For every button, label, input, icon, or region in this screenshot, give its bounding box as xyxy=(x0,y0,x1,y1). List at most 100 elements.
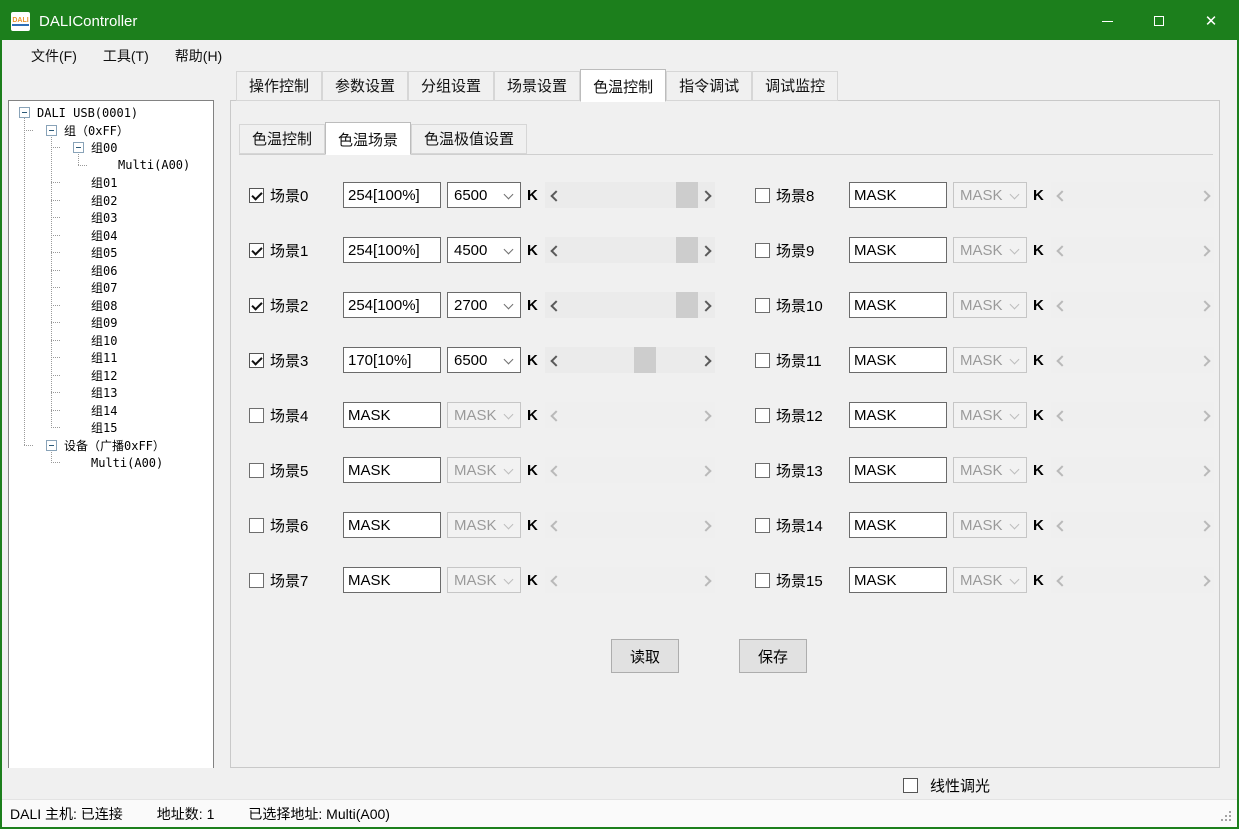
tree-item[interactable]: 组13 xyxy=(9,384,213,402)
scene-checkbox[interactable] xyxy=(755,243,770,258)
tree-item[interactable]: 组11 xyxy=(9,349,213,367)
scroll-thumb-icon[interactable] xyxy=(676,237,698,263)
scene-slider[interactable] xyxy=(1051,457,1214,483)
scene-checkbox[interactable] xyxy=(755,298,770,313)
scene-level-input[interactable] xyxy=(849,402,947,428)
tree-item[interactable]: 组05 xyxy=(9,244,213,262)
scroll-right-arrow-icon[interactable] xyxy=(698,237,715,263)
scene-level-input[interactable] xyxy=(849,292,947,318)
scene-level-input[interactable] xyxy=(343,292,441,318)
scene-slider[interactable] xyxy=(545,292,715,318)
scene-temp-select[interactable]: MASK xyxy=(953,347,1027,373)
scene-checkbox[interactable] xyxy=(755,518,770,533)
tab-操作控制[interactable]: 操作控制 xyxy=(236,71,322,101)
scene-level-input[interactable] xyxy=(343,457,441,483)
scene-slider[interactable] xyxy=(545,347,715,373)
scene-temp-select[interactable]: MASK xyxy=(447,402,521,428)
maximize-button[interactable] xyxy=(1133,2,1185,40)
tree-item[interactable]: 组04 xyxy=(9,227,213,245)
scene-level-input[interactable] xyxy=(343,402,441,428)
scroll-thumb-icon[interactable] xyxy=(634,347,656,373)
scene-temp-select[interactable]: MASK xyxy=(447,457,521,483)
scroll-thumb-icon[interactable] xyxy=(676,292,698,318)
scene-temp-select[interactable]: 6500 xyxy=(447,347,521,373)
scroll-right-arrow-icon[interactable] xyxy=(698,347,715,373)
tree-item[interactable]: 组09 xyxy=(9,314,213,332)
tree-expand-box[interactable] xyxy=(73,142,84,153)
scene-slider[interactable] xyxy=(1051,237,1214,263)
scroll-track[interactable] xyxy=(562,292,698,318)
scene-level-input[interactable] xyxy=(849,182,947,208)
scene-checkbox[interactable] xyxy=(249,573,264,588)
scene-temp-select[interactable]: MASK xyxy=(447,512,521,538)
scene-checkbox[interactable] xyxy=(249,518,264,533)
tree-item[interactable]: 组02 xyxy=(9,192,213,210)
scene-checkbox[interactable] xyxy=(249,188,264,203)
save-button[interactable]: 保存 xyxy=(739,639,807,673)
device-tree[interactable]: DALI USB(0001)组（0xFF）组00Multi(A00)组01组02… xyxy=(8,100,214,780)
scene-temp-select[interactable]: MASK xyxy=(953,237,1027,263)
scene-level-input[interactable] xyxy=(849,512,947,538)
tree-item[interactable]: Multi(A00) xyxy=(9,454,213,472)
scene-checkbox[interactable] xyxy=(755,573,770,588)
scene-level-input[interactable] xyxy=(343,512,441,538)
scene-slider[interactable] xyxy=(545,457,715,483)
read-button[interactable]: 读取 xyxy=(611,639,679,673)
tree-item[interactable]: 组12 xyxy=(9,367,213,385)
tree-item[interactable]: DALI USB(0001) xyxy=(9,104,213,122)
tab-调试监控[interactable]: 调试监控 xyxy=(752,71,838,101)
close-button[interactable]: ✕ xyxy=(1185,2,1237,40)
scene-temp-select[interactable]: MASK xyxy=(953,567,1027,593)
scroll-left-arrow-icon[interactable] xyxy=(545,347,562,373)
tab-场景设置[interactable]: 场景设置 xyxy=(494,71,580,101)
tree-item[interactable]: 组03 xyxy=(9,209,213,227)
tree-item[interactable]: Multi(A00) xyxy=(9,157,213,175)
scene-level-input[interactable] xyxy=(849,237,947,263)
scene-temp-select[interactable]: MASK xyxy=(953,292,1027,318)
menu-item-0[interactable]: 文件(F) xyxy=(18,40,90,72)
scene-level-input[interactable] xyxy=(343,182,441,208)
scene-level-input[interactable] xyxy=(343,347,441,373)
scene-checkbox[interactable] xyxy=(249,408,264,423)
tab-参数设置[interactable]: 参数设置 xyxy=(322,71,408,101)
menu-item-2[interactable]: 帮助(H) xyxy=(162,40,235,72)
scene-checkbox[interactable] xyxy=(755,353,770,368)
scene-level-input[interactable] xyxy=(343,567,441,593)
scroll-track[interactable] xyxy=(562,237,698,263)
scene-temp-select[interactable]: MASK xyxy=(953,182,1027,208)
resize-grip-icon[interactable] xyxy=(1229,819,1231,821)
scroll-track[interactable] xyxy=(562,347,698,373)
tree-item[interactable]: 组00 xyxy=(9,139,213,157)
scene-level-input[interactable] xyxy=(849,567,947,593)
tab-指令调试[interactable]: 指令调试 xyxy=(666,71,752,101)
scroll-left-arrow-icon[interactable] xyxy=(545,237,562,263)
scene-temp-select[interactable]: MASK xyxy=(447,567,521,593)
scene-level-input[interactable] xyxy=(849,347,947,373)
scroll-thumb-icon[interactable] xyxy=(676,182,698,208)
scene-slider[interactable] xyxy=(1051,402,1214,428)
scene-slider[interactable] xyxy=(545,402,715,428)
scene-slider[interactable] xyxy=(545,237,715,263)
scene-slider[interactable] xyxy=(1051,512,1214,538)
minimize-button[interactable] xyxy=(1081,2,1133,40)
tree-item[interactable]: 设备（广播0xFF） xyxy=(9,437,213,455)
tree-expand-box[interactable] xyxy=(46,125,57,136)
tree-item[interactable]: 组14 xyxy=(9,402,213,420)
scene-slider[interactable] xyxy=(545,567,715,593)
tree-item[interactable]: 组15 xyxy=(9,419,213,437)
scene-checkbox[interactable] xyxy=(249,243,264,258)
scroll-right-arrow-icon[interactable] xyxy=(698,292,715,318)
menu-item-1[interactable]: 工具(T) xyxy=(90,40,162,72)
scene-slider[interactable] xyxy=(545,182,715,208)
scene-temp-select[interactable]: 4500 xyxy=(447,237,521,263)
tree-item[interactable]: 组07 xyxy=(9,279,213,297)
scene-checkbox[interactable] xyxy=(755,463,770,478)
scene-temp-select[interactable]: 2700 xyxy=(447,292,521,318)
scroll-left-arrow-icon[interactable] xyxy=(545,182,562,208)
tree-item[interactable]: 组06 xyxy=(9,262,213,280)
scroll-left-arrow-icon[interactable] xyxy=(545,292,562,318)
scroll-track[interactable] xyxy=(562,182,698,208)
tab-分组设置[interactable]: 分组设置 xyxy=(408,71,494,101)
scene-slider[interactable] xyxy=(1051,347,1214,373)
linear-dimming-checkbox[interactable] xyxy=(903,778,918,793)
